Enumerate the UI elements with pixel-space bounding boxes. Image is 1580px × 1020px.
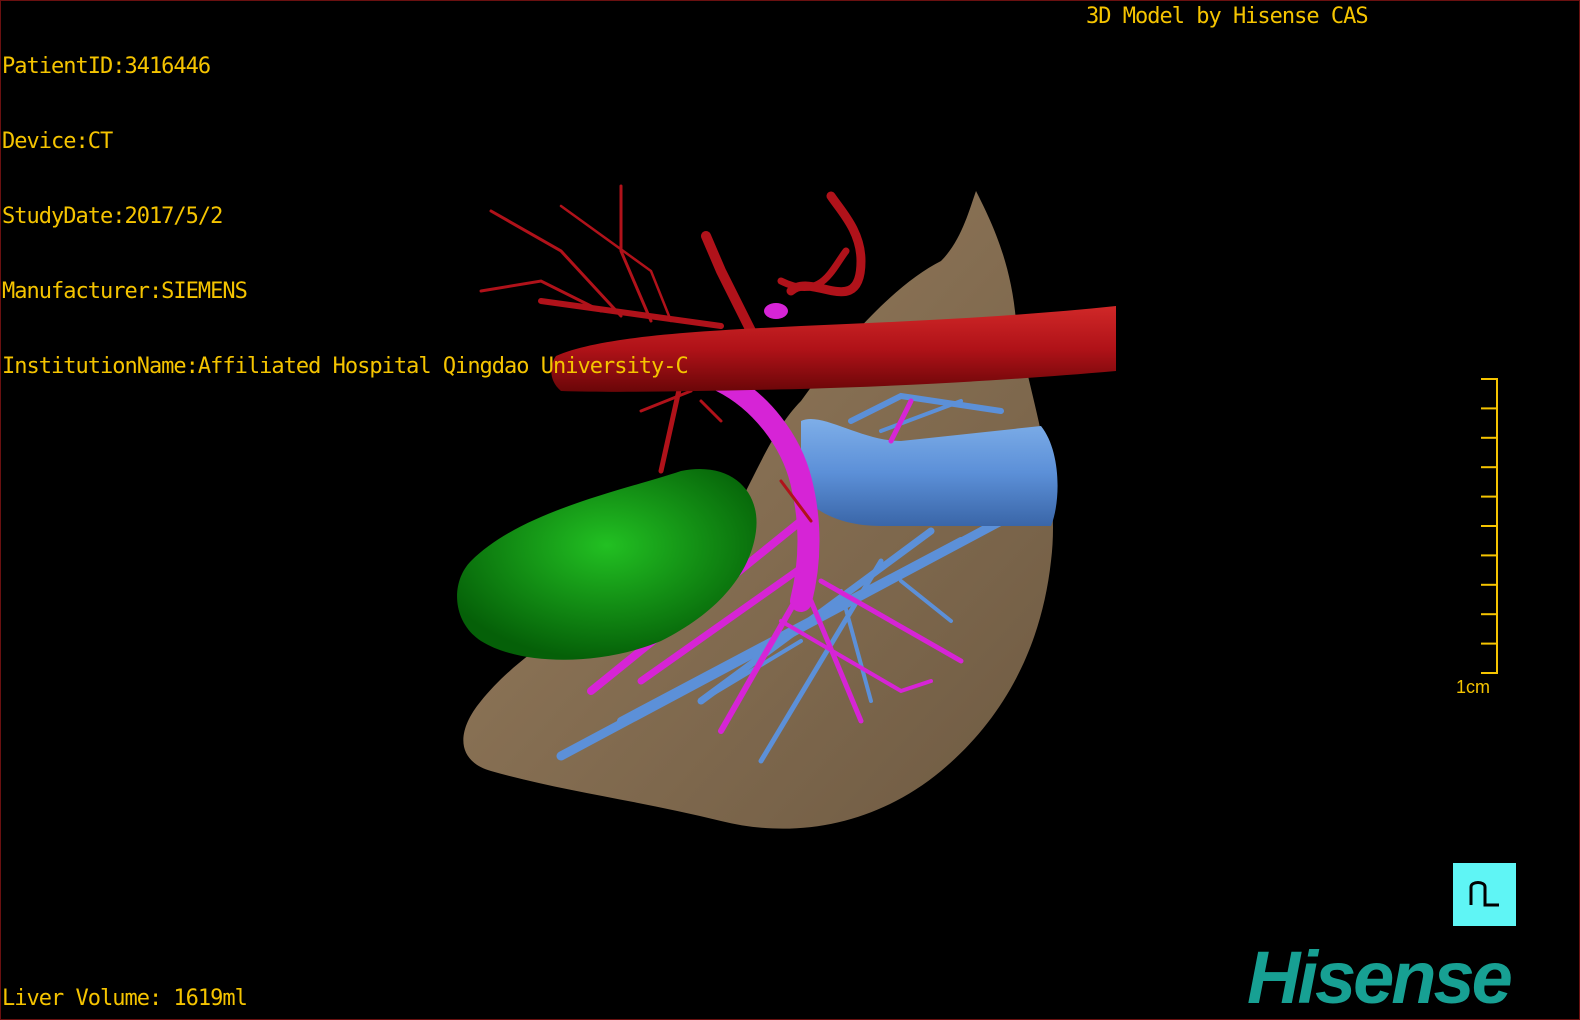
- scale-bar: [1481, 378, 1498, 674]
- manufacturer-text: Manufacturer:SIEMENS: [2, 279, 248, 304]
- patient-info-overlay: PatientID:3416446 Device:CT StudyDate:20…: [2, 4, 689, 429]
- liver-volume-text: Liver Volume: 1619ml: [2, 986, 248, 1011]
- device-text: Device:CT: [2, 129, 113, 154]
- study-date-text: StudyDate:2017/5/2: [2, 204, 223, 229]
- patient-id-text: PatientID:3416446: [2, 54, 211, 79]
- 3d-viewer-screen: PatientID:3416446 Device:CT StudyDate:20…: [0, 0, 1580, 1020]
- orientation-cube-icon: [1469, 881, 1499, 907]
- institution-text: InstitutionName:Affiliated Hospital Qing…: [2, 354, 689, 379]
- scale-bar-label: 1cm: [1456, 677, 1491, 697]
- hisense-logo: Hisense: [1247, 936, 1513, 1019]
- model-brand-text: 3D Model by Hisense CAS: [1086, 4, 1369, 29]
- orientation-button[interactable]: [1453, 863, 1516, 926]
